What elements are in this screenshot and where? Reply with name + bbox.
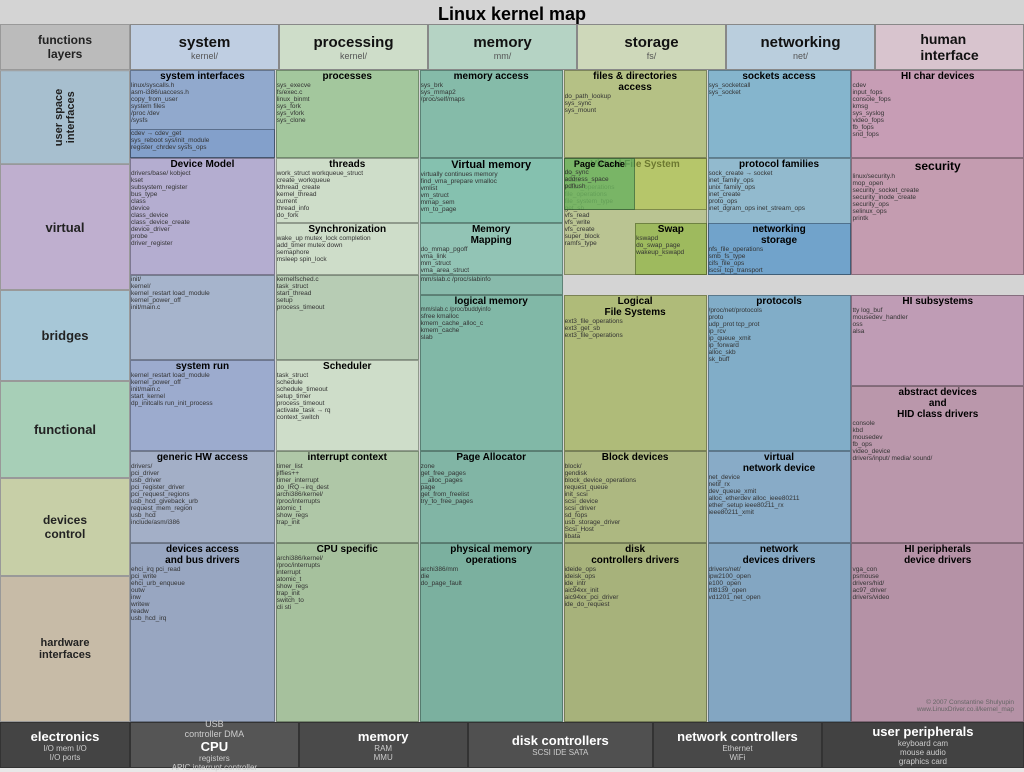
left-labels: functionslayers user space interfaces vi…: [0, 24, 130, 722]
bottom-peripherals: user peripherals keyboard cam mouse audi…: [822, 722, 1024, 768]
cell-network-devices: networkdevices drivers drivers/net/ipw21…: [708, 543, 851, 722]
left-label-functional: functional: [0, 381, 130, 479]
cell-processes: processes sys_execvefs/exec.clinux_binmt…: [276, 70, 419, 158]
cell-memory-access: memory access sys_brksys_mmap2/proc/self…: [420, 70, 563, 158]
cell-hi-peripherals: HI peripheralsdevice drivers vga_conpsmo…: [851, 543, 1024, 722]
col-human: humaninterface: [875, 24, 1024, 70]
cell-devices-access: devices accessand bus drivers ehci_irq p…: [130, 543, 275, 722]
page-title: Linux kernel map: [0, 0, 1024, 24]
cell-security: security linux/security.hmop_opensecurit…: [851, 158, 1024, 275]
column-headers: system kernel/ processing kernel/ memory…: [130, 24, 1024, 70]
cell-networking-storage: networkingstorage nfs_file_operationssmb…: [708, 223, 851, 275]
cell-disk-controllers: diskcontrollers drivers ideide_opsideisk…: [564, 543, 707, 722]
cell-virtual-memory: Virtual memory virtually continues memor…: [420, 158, 563, 223]
cell-logical-memory: logical memory mm/slab.c /proc/buddyinfo…: [420, 295, 563, 451]
copyright: © 2007 Constantine Shulyupinwww.LinuxDri…: [917, 699, 1014, 713]
col-memory: memory mm/: [428, 24, 577, 70]
col-system: system kernel/: [130, 24, 279, 70]
bottom-electronics: electronics I/O mem I/O I/O ports: [0, 722, 130, 768]
cell-bridges-system: init/kernel/kernel_restart load_moduleke…: [130, 275, 275, 360]
cell-synchronization: Synchronization wake_up mutex_lock compl…: [276, 223, 419, 275]
cell-hi-char: HI char devices cdevinput_fopsconsole_fo…: [851, 70, 1024, 158]
left-label-devices: devicescontrol: [0, 478, 130, 576]
grid-area: system interfaces linux/syscalls.hasm-i3…: [130, 70, 1024, 722]
cell-physical-memory: physical memoryoperations archi386/mmdie…: [420, 543, 563, 722]
cell-files-dirs: files & directoriesaccess do_path_lookup…: [564, 70, 707, 158]
cell-swap: Swap kswapddo_swap_pagewakeup_kswapd: [635, 223, 707, 275]
cell-page-cache-main: Page Cache do_syncaddress_spacepdflush: [564, 158, 636, 210]
bottom-memory: memory RAM MMU: [299, 722, 468, 768]
cell-hi-subsystems: HI subsystems tty log_bufmousedev_handle…: [851, 295, 1024, 386]
cell-system-run: system run kernel_restart load_moduleker…: [130, 360, 275, 451]
cell-protocols: protocols /proc/net/protocolsprotoudp_pr…: [708, 295, 851, 451]
cell-cpu-specific: CPU specific archi386/kernel//proc/inter…: [276, 543, 419, 722]
cell-virtual-net: virtualnetwork device net_devicenetif_rx…: [708, 451, 851, 542]
bottom-bar: electronics I/O mem I/O I/O ports USBcon…: [0, 722, 1024, 768]
cell-memory-mapping: MemoryMapping do_mmap_pgoffvma_linkmm_st…: [420, 223, 563, 275]
cell-sockets: sockets access sys_socketcallsys_socket: [708, 70, 851, 158]
cell-page-allocator: Page Allocator zoneget_free_pages__alloc…: [420, 451, 563, 542]
cell-sys-cdev: cdev → cdev_getsys_reboot sys/init_modul…: [130, 129, 275, 158]
cell-generic-hw: generic HW access drivers/pci_driverusb_…: [130, 451, 275, 542]
left-header: functionslayers: [0, 24, 130, 70]
cell-device-model: Device Model drivers/base/ kobjectksetsu…: [130, 158, 275, 275]
left-label-hardware: hardwareinterfaces: [0, 576, 130, 722]
bottom-disk: disk controllers SCSI IDE SATA: [468, 722, 653, 768]
cell-logical-fs: LogicalFile Systems ext3_file_operations…: [564, 295, 707, 451]
left-label-bridges: bridges: [0, 290, 130, 381]
cell-abstract-devices: abstract devicesandHID class drivers con…: [851, 386, 1024, 542]
col-storage: storage fs/: [577, 24, 726, 70]
left-label-virtual: virtual: [0, 164, 130, 290]
bottom-network: network controllers Ethernet WiFi: [653, 722, 822, 768]
col-networking: networking net/: [726, 24, 875, 70]
col-processing: processing kernel/: [279, 24, 428, 70]
kernel-map: Linux kernel map functionslayers user sp…: [0, 0, 1024, 768]
cell-scheduler: Scheduler task_structscheduleschedule_ti…: [276, 360, 419, 451]
cell-threads: threads work_struct workqueue_structcrea…: [276, 158, 419, 223]
cell-bridges-processing: kernelfsched.ctask_structstart_threadset…: [276, 275, 419, 360]
left-label-user: user space interfaces: [0, 70, 130, 164]
bottom-cpu: USBcontroller DMA CPU registers APIC int…: [130, 722, 299, 768]
cell-interrupt-context: interrupt context timer_listjiffies++tim…: [276, 451, 419, 542]
cell-block-devices: Block devices block/gendiskblock_device_…: [564, 451, 707, 542]
cell-mm-slabinfo: mm/slab.c /proc/slabinfo: [420, 275, 563, 295]
